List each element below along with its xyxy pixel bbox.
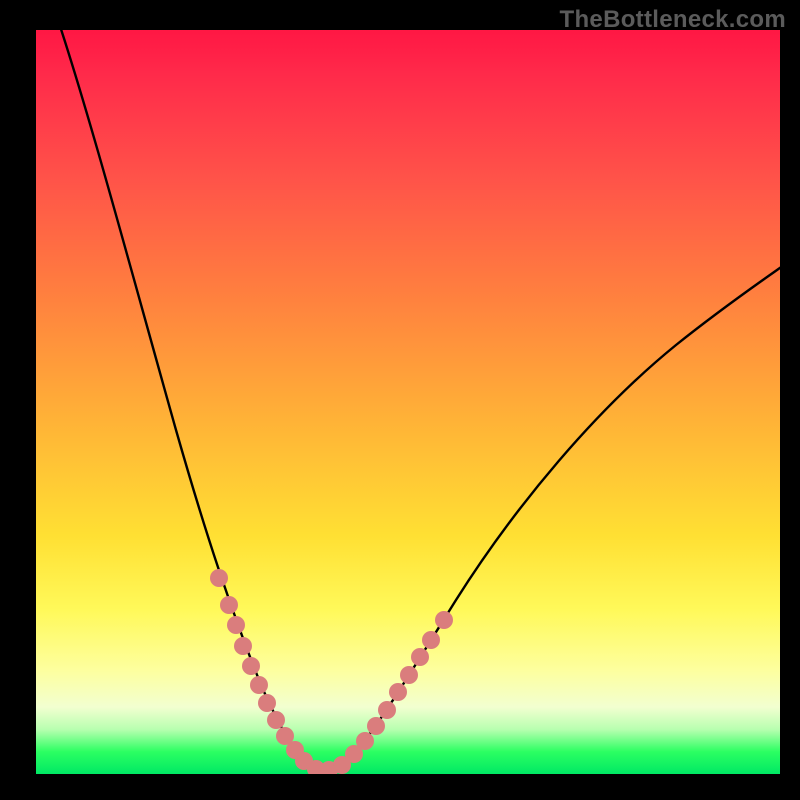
highlight-dot xyxy=(227,616,245,634)
highlight-dot xyxy=(267,711,285,729)
highlight-dot xyxy=(435,611,453,629)
chart-frame: TheBottleneck.com xyxy=(0,0,800,800)
watermark-text: TheBottleneck.com xyxy=(560,6,786,34)
highlight-dot xyxy=(367,717,385,735)
highlight-dot xyxy=(411,648,429,666)
highlight-dot xyxy=(220,596,238,614)
highlight-dot xyxy=(356,732,374,750)
highlight-dot xyxy=(258,694,276,712)
highlight-dot xyxy=(210,569,228,587)
chart-svg xyxy=(36,30,780,774)
highlight-dot xyxy=(422,631,440,649)
highlight-dot xyxy=(250,676,268,694)
highlight-dot xyxy=(242,657,260,675)
highlight-dot xyxy=(389,683,407,701)
highlight-dot xyxy=(400,666,418,684)
highlight-dots-group xyxy=(210,569,453,774)
chart-plot-area xyxy=(36,30,780,774)
highlight-dot xyxy=(378,701,396,719)
highlight-dot xyxy=(234,637,252,655)
